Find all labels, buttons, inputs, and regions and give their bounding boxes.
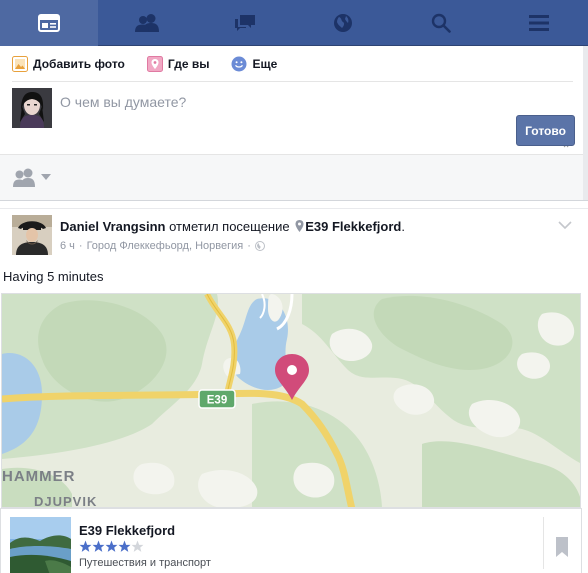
audience-selector[interactable]	[11, 167, 51, 187]
check-in-label: Где вы	[167, 57, 210, 71]
star-icon	[92, 540, 105, 552]
feed-story: Daniel Vrangsinn отметил посещение E39 F…	[0, 200, 588, 573]
more-label: Еще	[252, 57, 278, 71]
story-meta: 6 ч · Город Флеккефьорд, Норвегия ·	[60, 240, 265, 252]
more-button[interactable]: Еще	[231, 56, 277, 72]
author-avatar[interactable]	[12, 215, 52, 255]
smiley-icon	[231, 56, 247, 72]
composer-actions: Добавить фото Где вы Еще	[0, 46, 583, 82]
map-label-djupvik: DJUPVIK	[34, 494, 97, 508]
tab-messages[interactable]	[196, 0, 294, 46]
news-feed-icon	[38, 14, 60, 32]
composer-footer	[0, 154, 583, 200]
menu-icon	[529, 15, 549, 31]
star-icon	[79, 540, 92, 552]
caret-down-icon	[41, 174, 51, 180]
friends-audience-icon	[13, 168, 35, 187]
location-map[interactable]: E39 HAMMER DJUPVIK	[1, 293, 581, 508]
done-button[interactable]: Готово	[516, 115, 575, 146]
location-pin-icon	[146, 56, 163, 72]
tab-friend-requests[interactable]	[98, 0, 196, 46]
user-avatar	[12, 88, 52, 128]
story-verb: отметил посещение	[169, 219, 290, 234]
messages-icon	[235, 15, 255, 31]
check-in-button[interactable]: Где вы	[146, 56, 210, 72]
meta-separator: ·	[78, 240, 83, 252]
tab-notifications[interactable]	[294, 0, 392, 46]
add-photo-button[interactable]: Добавить фото	[12, 56, 125, 72]
tab-search[interactable]	[392, 0, 490, 46]
place-attachment-card[interactable]: E39 Flekkefjord Путешествия и транспорт	[0, 508, 582, 573]
save-bookmark-icon[interactable]	[556, 537, 568, 557]
star-icon	[105, 540, 118, 552]
map-label-hammer: HAMMER	[2, 468, 76, 485]
headline-period: .	[401, 219, 405, 234]
author-name-link[interactable]: Daniel Vrangsinn	[60, 219, 165, 234]
friend-requests-icon	[135, 14, 159, 32]
place-link[interactable]: E39 Flekkefjord	[305, 219, 401, 234]
story-location[interactable]: Город Флеккефьорд, Норвегия	[87, 240, 244, 252]
card-divider	[543, 517, 544, 569]
place-category: Путешествия и транспорт	[79, 557, 211, 569]
star-icon	[118, 540, 131, 552]
photo-icon	[12, 56, 28, 72]
search-icon	[431, 13, 451, 33]
top-navigation-bar	[0, 0, 588, 46]
tab-news-feed[interactable]	[0, 0, 98, 46]
add-photo-label: Добавить фото	[33, 57, 125, 71]
location-marker-icon	[295, 220, 304, 232]
story-text: Having 5 minutes	[3, 269, 104, 284]
notifications-globe-icon	[334, 14, 352, 32]
place-thumbnail[interactable]	[10, 517, 71, 573]
public-globe-icon[interactable]	[254, 241, 265, 251]
tab-menu[interactable]	[490, 0, 588, 46]
star-empty-icon	[131, 540, 144, 552]
story-headline: Daniel Vrangsinn отметил посещение E39 F…	[60, 219, 405, 234]
place-name[interactable]: E39 Flekkefjord	[79, 523, 175, 538]
scrollbar-track[interactable]	[584, 46, 588, 200]
status-input[interactable]	[60, 94, 574, 150]
story-options-chevron-icon[interactable]	[558, 221, 572, 229]
place-rating	[79, 540, 144, 553]
story-timestamp[interactable]: 6 ч	[60, 240, 75, 252]
road-shield-label: E39	[207, 395, 227, 407]
status-composer: Добавить фото Где вы Еще	[0, 46, 583, 200]
meta-separator: ·	[247, 240, 251, 252]
